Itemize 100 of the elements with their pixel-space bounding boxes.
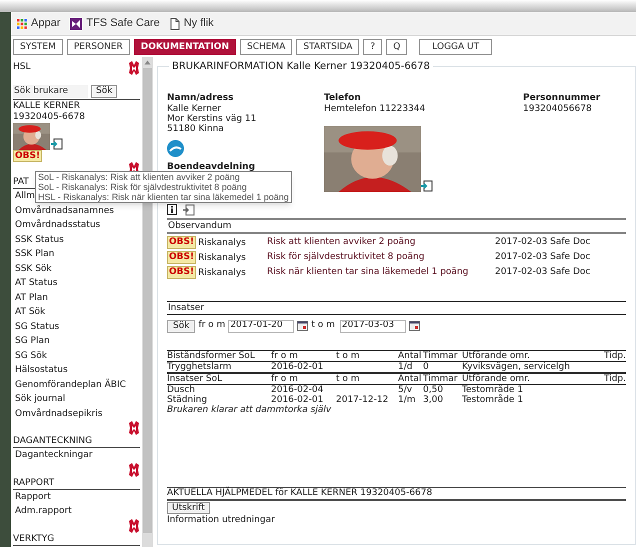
menu-link[interactable]: AT Sök: [13, 305, 140, 320]
observation-text: Risk när klienten tar sina läkemedel 1 poäng: [267, 266, 470, 278]
observation-type: Riskanalys: [198, 237, 246, 250]
emblem-icon: [128, 518, 140, 532]
table-cell-text: 1/d: [398, 362, 414, 372]
menu-link[interactable]: Daganteckningar: [13, 448, 140, 462]
menu-link[interactable]: SG Plan: [13, 334, 140, 348]
round-badge-icon: [167, 140, 184, 157]
nav-tab[interactable]: DOKUMENTATION: [134, 39, 236, 55]
emblem-icon: [128, 61, 140, 75]
search-field[interactable]: Sök brukare: [13, 85, 88, 98]
table-cell-text: 0: [423, 362, 430, 372]
date-field[interactable]: 2017-01-20: [228, 320, 294, 332]
column-header: fr o m: [271, 351, 299, 361]
column-header: Timmar: [423, 351, 458, 361]
column-header: t o m: [336, 351, 361, 361]
page-icon: [170, 18, 180, 30]
column-header: Tidp.: [604, 351, 626, 361]
date-label: t o m: [311, 319, 335, 332]
address-line: 51180 Kinna: [167, 124, 225, 134]
column-header: Insatser SoL: [167, 374, 224, 384]
search-button[interactable]: Sök: [167, 320, 196, 332]
bookmark-link[interactable]: Ny flik: [170, 15, 214, 32]
nav-tab[interactable]: SYSTEM: [13, 39, 63, 55]
menu-link[interactable]: SSK Status: [13, 232, 140, 247]
observation-date: 2017-02-03 Safe Doc: [495, 266, 592, 278]
nav-tab[interactable]: LOGGA UT: [419, 39, 492, 55]
menu-link[interactable]: Adm.rapport: [13, 504, 140, 518]
column-header: Antal: [398, 374, 422, 384]
menu-link[interactable]: SG Sök: [13, 348, 140, 363]
section-title: DAGANTECKNING: [13, 435, 140, 448]
calendar-icon: [408, 321, 420, 331]
menu-link[interactable]: SSK Sök: [13, 262, 140, 276]
table-cell-text: Testområde 1: [462, 385, 524, 395]
section-title: RAPPORT: [13, 476, 140, 490]
note-text: Brukaren klarar att dammtorka själv: [167, 405, 332, 415]
column-header: Antal: [398, 351, 422, 361]
observation-type: Riskanalys: [198, 252, 246, 265]
observation-text: Risk att klienten avviker 2 poäng: [267, 236, 416, 248]
emblem-icon: [128, 421, 140, 435]
bookmark-link[interactable]: Appar: [17, 15, 60, 32]
calendar-icon: [297, 321, 308, 331]
table-cell-text: 2016-02-04: [271, 385, 324, 395]
menu-link[interactable]: Omvårdnadsanamnes: [13, 204, 140, 218]
field-label: Personnummer: [523, 92, 602, 104]
field-label: Namn/adress: [167, 92, 234, 104]
table-cell-text: 0,50: [423, 385, 444, 395]
menu-link[interactable]: Omvårdnadsstatus: [13, 218, 140, 232]
table-cell-text: 1/m: [398, 395, 417, 405]
sidebar-title: HSL: [13, 61, 30, 74]
date-field[interactable]: 2017-03-03: [340, 320, 406, 332]
menu-link[interactable]: Genomförandeplan ÄBIC: [13, 378, 140, 392]
section-header: Observandum: [167, 218, 626, 234]
table-cell-text: Trygghetslarm: [167, 362, 232, 372]
column-header: Timmar: [423, 374, 458, 384]
table-cell-text: 5/v: [398, 385, 414, 395]
table-cell-text: Testområde 1: [462, 395, 524, 405]
phone-text: Hemtelefon 11223344: [324, 104, 426, 114]
observation-date: 2017-02-03 Safe Doc: [495, 250, 592, 264]
menu-link[interactable]: Omvårdnadsepikris: [13, 406, 140, 421]
menu-link[interactable]: SG Status: [13, 320, 140, 334]
tooltip-line: HSL - Riskanalys: Risk när klienten tar sina läkemedel 1 poäng: [38, 192, 289, 202]
column-header: t o m: [336, 374, 361, 384]
column-header: Utförande omr.: [462, 351, 531, 361]
section-header: AKTUELLA HJÄLPMEDEL för KALLE KERNER 19320405-6678: [167, 487, 626, 501]
obs-badge: OBS!: [167, 266, 196, 279]
nav-tab[interactable]: PERSONER: [66, 39, 130, 55]
menu-link[interactable]: AT Status: [13, 276, 140, 290]
bookmark-link[interactable]: TFS Safe Care: [70, 15, 160, 32]
table-cell-text: 2016-02-01: [271, 395, 324, 405]
search-button[interactable]: Sök: [91, 85, 118, 98]
observation-date: 2017-02-03 Safe Doc: [495, 236, 592, 248]
menu-link[interactable]: AT Plan: [13, 290, 140, 305]
nav-tab[interactable]: STARTSIDA: [296, 39, 360, 55]
section-title: VERKTYG: [13, 532, 140, 546]
table-cell-text: Städning: [167, 395, 208, 405]
menu-link[interactable]: Rapport: [13, 490, 140, 504]
info-text: Information utredningar: [167, 514, 276, 526]
date-label: fr o m: [198, 319, 226, 332]
client-id: 19320405-6678: [13, 112, 86, 123]
scroll-up-icon: [144, 60, 151, 65]
section-header: Insatser: [167, 301, 626, 315]
nav-tab[interactable]: ?: [363, 39, 382, 55]
field-label: Telefon: [324, 92, 362, 104]
table-cell-text: 2016-02-01: [271, 362, 324, 372]
table-cell-text: Kyviksvägen, servicelgh: [462, 362, 571, 372]
menu-link[interactable]: SSK Plan: [13, 247, 140, 262]
print-button[interactable]: Utskrift: [167, 502, 210, 514]
obs-badge: OBS!: [167, 236, 196, 249]
obs-badge: OBS!: [167, 250, 196, 264]
observation-text: Risk för självdestruktivitet 8 poäng: [267, 250, 426, 264]
menu-link[interactable]: Sök journal: [13, 392, 140, 406]
observation-type: Riskanalys: [198, 267, 246, 280]
field-label: Boendeavdelning: [167, 161, 256, 173]
grid-icon: [17, 18, 27, 28]
nav-tab[interactable]: SCHEMA: [240, 39, 292, 55]
nav-tab[interactable]: Q: [386, 39, 408, 55]
table-cell-text: Dusch: [167, 385, 196, 395]
address-line: Kalle Kerner: [167, 104, 222, 114]
menu-link[interactable]: Hälsostatus: [13, 363, 140, 378]
